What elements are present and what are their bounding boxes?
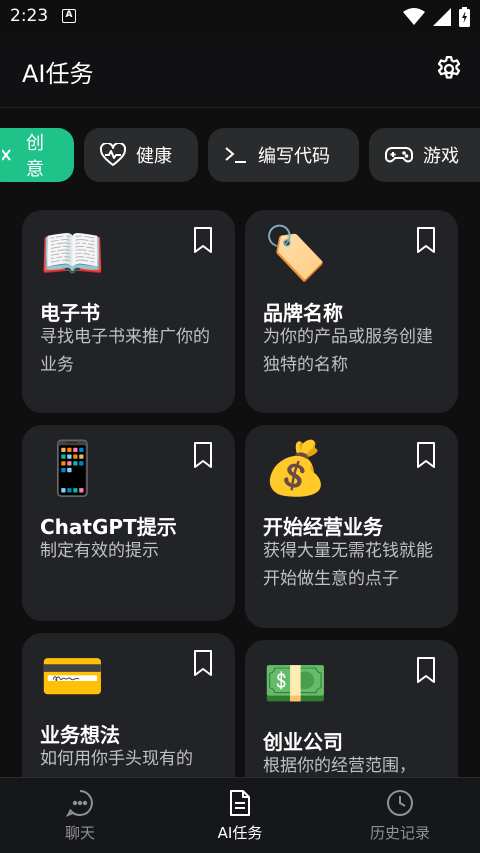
card-title: 电子书 — [40, 301, 100, 325]
heart-pulse-icon — [100, 143, 126, 166]
chip-health[interactable]: 健康 — [84, 128, 198, 182]
bookmark-icon[interactable] — [191, 649, 215, 677]
bottom-navigation: 聊天 AI任务 历史记录 — [0, 777, 480, 853]
card-title: 业务想法 — [40, 723, 120, 747]
battery-icon — [459, 7, 470, 27]
nav-item-chat[interactable]: 聊天 — [20, 788, 140, 843]
signal-icon — [433, 8, 451, 26]
card-description: 获得大量无需花钱就能开始做生意的点子 — [263, 541, 433, 589]
card-description: 为你的产品或服务创建独特的名称 — [263, 327, 433, 375]
nav-label: AI任务 — [217, 824, 263, 842]
open-book-icon: 📖 — [40, 224, 105, 284]
money-bag-icon: 💰 — [263, 439, 328, 499]
chip-label: 创意 — [26, 133, 44, 180]
sparkle-icon — [2, 149, 11, 161]
card-description: 寻找电子书来推广你的业务 — [40, 327, 210, 375]
notification-app-icon: A — [62, 9, 76, 23]
terminal-icon — [225, 147, 246, 163]
app-bar: AI任务 — [0, 34, 480, 108]
bookmark-icon[interactable] — [191, 441, 215, 469]
gamepad-icon — [385, 147, 413, 163]
nav-label: 历史记录 — [369, 824, 430, 842]
task-card-ebook[interactable]: 📖 电子书 寻找电子书来推广你的业务 — [22, 210, 235, 413]
status-icons — [403, 7, 470, 27]
card-title: 品牌名称 — [263, 301, 343, 325]
nav-item-history[interactable]: 历史记录 — [340, 788, 460, 843]
chip-creative[interactable]: 创意 — [0, 128, 74, 182]
bookmark-icon[interactable] — [191, 226, 215, 254]
chip-coding[interactable]: 编写代码 — [208, 128, 359, 182]
chip-games[interactable]: 游戏 — [369, 128, 480, 182]
chip-label: 健康 — [136, 146, 172, 167]
document-icon — [230, 790, 250, 816]
clock-icon — [387, 790, 413, 816]
nav-label: 聊天 — [64, 824, 95, 842]
task-card-chatgpt-prompt[interactable]: 📱 ChatGPT提示 制定有效的提示 — [22, 425, 235, 621]
settings-button[interactable] — [434, 54, 464, 84]
task-card-start-business[interactable]: 💰 开始经营业务 获得大量无需花钱就能开始做生意的点子 — [245, 425, 458, 628]
chat-bubble-icon — [65, 790, 93, 817]
mobile-phone-icon: 📱 — [40, 439, 105, 499]
card-description: 制定有效的提示 — [40, 541, 159, 561]
bookmark-icon[interactable] — [414, 226, 438, 254]
status-bar: 2:23 A — [0, 0, 480, 34]
chip-label: 编写代码 — [258, 146, 330, 167]
chip-label: 游戏 — [423, 146, 459, 167]
task-card-brand-name[interactable]: 🏷️ 品牌名称 为你的产品或服务创建独特的名称 — [245, 210, 458, 413]
card-title: 创业公司 — [263, 730, 343, 754]
card-description: 如何用你手头现有的 — [40, 749, 193, 769]
status-time: 2:23 — [10, 6, 49, 26]
page-title: AI任务 — [22, 60, 94, 88]
card-title: ChatGPT提示 — [40, 515, 177, 539]
bookmark-icon[interactable] — [414, 656, 438, 684]
card-description: 根据你的经营范围， — [263, 756, 416, 776]
wifi-icon — [403, 8, 425, 25]
dollar-bill-icon: 💵 — [263, 654, 328, 714]
nav-item-ai-tasks[interactable]: AI任务 — [180, 788, 300, 843]
credit-card-icon: 💳 — [40, 647, 105, 707]
gear-icon — [437, 56, 461, 79]
label-tag-icon: 🏷️ — [263, 224, 328, 284]
bookmark-icon[interactable] — [414, 441, 438, 469]
card-title: 开始经营业务 — [263, 515, 383, 539]
category-chips: 创意 健康 编写代码 游戏 — [0, 128, 480, 184]
